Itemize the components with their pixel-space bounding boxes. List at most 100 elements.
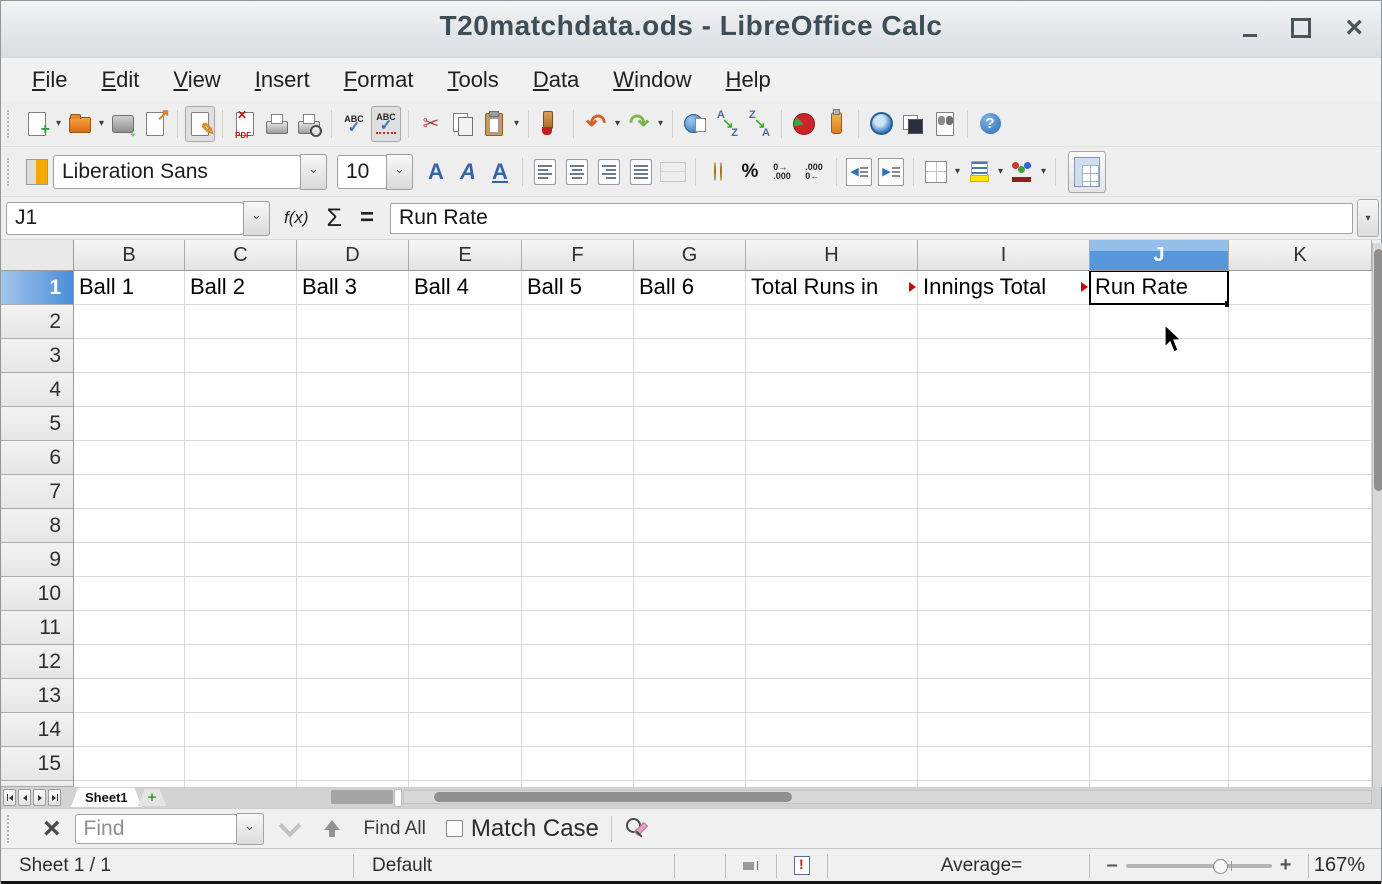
column-header-H[interactable]: H (746, 240, 918, 270)
align-left-button[interactable] (530, 154, 560, 190)
cell-E11[interactable] (409, 611, 522, 645)
first-sheet-button[interactable] (3, 789, 16, 806)
cell-C6[interactable] (185, 441, 297, 475)
row-header-12[interactable]: 12 (1, 645, 73, 679)
cell-J9[interactable] (1090, 543, 1229, 577)
cell-H3[interactable] (746, 339, 918, 373)
cell-H6[interactable] (746, 441, 918, 475)
sort-ascending-button[interactable]: AZ (712, 106, 742, 142)
cell-B15[interactable] (74, 747, 185, 781)
cell-I13[interactable] (918, 679, 1090, 713)
find-input[interactable] (75, 814, 237, 844)
sort-descending-button[interactable]: ZA (744, 106, 774, 142)
cell-J1[interactable]: Run Rate (1090, 271, 1229, 305)
cell-E9[interactable] (409, 543, 522, 577)
delete-decimal-button[interactable]: .0000← (799, 154, 829, 190)
cell-J15[interactable] (1090, 747, 1229, 781)
cell-D14[interactable] (297, 713, 409, 747)
cell-G13[interactable] (634, 679, 746, 713)
cell-G9[interactable] (634, 543, 746, 577)
italic-button[interactable]: A (453, 154, 483, 190)
match-case-label[interactable]: Match Case (471, 815, 599, 843)
cell-F3[interactable] (522, 339, 634, 373)
cell-D7[interactable] (297, 475, 409, 509)
cell-F12[interactable] (522, 645, 634, 679)
cell-J11[interactable] (1090, 611, 1229, 645)
new-document-button[interactable]: + (22, 106, 52, 142)
cell-G7[interactable] (634, 475, 746, 509)
menu-edit[interactable]: Edit (86, 63, 154, 97)
menu-insert[interactable]: Insert (240, 63, 325, 97)
cell-J10[interactable] (1090, 577, 1229, 611)
row-header-7[interactable]: 7 (1, 475, 73, 509)
column-header-I[interactable]: I (918, 240, 1090, 270)
expand-formula-bar-button[interactable] (1357, 199, 1379, 237)
previous-sheet-button[interactable] (18, 789, 31, 806)
cell-B6[interactable] (74, 441, 185, 475)
cell-H15[interactable] (746, 747, 918, 781)
font-size-combo[interactable]: 10 (337, 155, 387, 189)
close-button[interactable]: × (1345, 15, 1363, 41)
cell-F4[interactable] (522, 373, 634, 407)
border-color-button[interactable] (1007, 154, 1037, 190)
cell-J14[interactable] (1090, 713, 1229, 747)
select-all-corner[interactable] (1, 240, 74, 271)
column-header-E[interactable]: E (409, 240, 522, 270)
cell-D9[interactable] (297, 543, 409, 577)
cell-B9[interactable] (74, 543, 185, 577)
cell-K12[interactable] (1229, 645, 1372, 679)
find-and-replace-button[interactable] (680, 106, 710, 142)
cell-F7[interactable] (522, 475, 634, 509)
cell-B7[interactable] (74, 475, 185, 509)
open-dropdown-arrow[interactable] (96, 106, 107, 142)
minimize-button[interactable] (1243, 34, 1257, 37)
menu-window[interactable]: Window (598, 63, 706, 97)
cell-H5[interactable] (746, 407, 918, 441)
row-header-6[interactable]: 6 (1, 441, 73, 475)
cell-B2[interactable] (74, 305, 185, 339)
cell-B12[interactable] (74, 645, 185, 679)
increase-indent-button[interactable]: ▶ (876, 154, 906, 190)
cell-G10[interactable] (634, 577, 746, 611)
cell-C10[interactable] (185, 577, 297, 611)
cell-I3[interactable] (918, 339, 1090, 373)
decrease-indent-button[interactable]: ◀ (844, 154, 874, 190)
cell-G11[interactable] (634, 611, 746, 645)
row-header-4[interactable]: 4 (1, 373, 73, 407)
cell-E7[interactable] (409, 475, 522, 509)
cell-I15[interactable] (918, 747, 1090, 781)
cell-H14[interactable] (746, 713, 918, 747)
cell-H2[interactable] (746, 305, 918, 339)
zoom-slider[interactable] (1126, 864, 1272, 868)
cell-I7[interactable] (918, 475, 1090, 509)
cell-B3[interactable] (74, 339, 185, 373)
cell-F8[interactable] (522, 509, 634, 543)
row-header-9[interactable]: 9 (1, 543, 73, 577)
cell-J13[interactable] (1090, 679, 1229, 713)
cell-C15[interactable] (185, 747, 297, 781)
cut-button[interactable] (416, 106, 446, 142)
percent-format-button[interactable]: % (735, 154, 765, 190)
cell-D5[interactable] (297, 407, 409, 441)
horizontal-scrollbar[interactable] (403, 790, 1372, 804)
cell-B8[interactable] (74, 509, 185, 543)
font-name-dropdown[interactable] (300, 154, 327, 190)
cell-F1[interactable]: Ball 5 (522, 271, 634, 305)
cell-D13[interactable] (297, 679, 409, 713)
zoom-out-button[interactable]: – (1107, 854, 1118, 877)
align-center-button[interactable] (562, 154, 592, 190)
cell-E2[interactable] (409, 305, 522, 339)
bold-button[interactable]: A (421, 154, 451, 190)
open-button[interactable] (65, 106, 95, 142)
cell-H1[interactable]: Total Runs in (746, 271, 918, 305)
column-header-B[interactable]: B (74, 240, 185, 270)
cell-F15[interactable] (522, 747, 634, 781)
cell-E10[interactable] (409, 577, 522, 611)
cell-K3[interactable] (1229, 339, 1372, 373)
cell-C13[interactable] (185, 679, 297, 713)
cell-D3[interactable] (297, 339, 409, 373)
column-header-C[interactable]: C (185, 240, 297, 270)
font-name-combo[interactable]: Liberation Sans (53, 155, 301, 189)
insert-mode-indicator[interactable]: I (726, 858, 776, 873)
save-button[interactable]: ↓ (108, 106, 138, 142)
